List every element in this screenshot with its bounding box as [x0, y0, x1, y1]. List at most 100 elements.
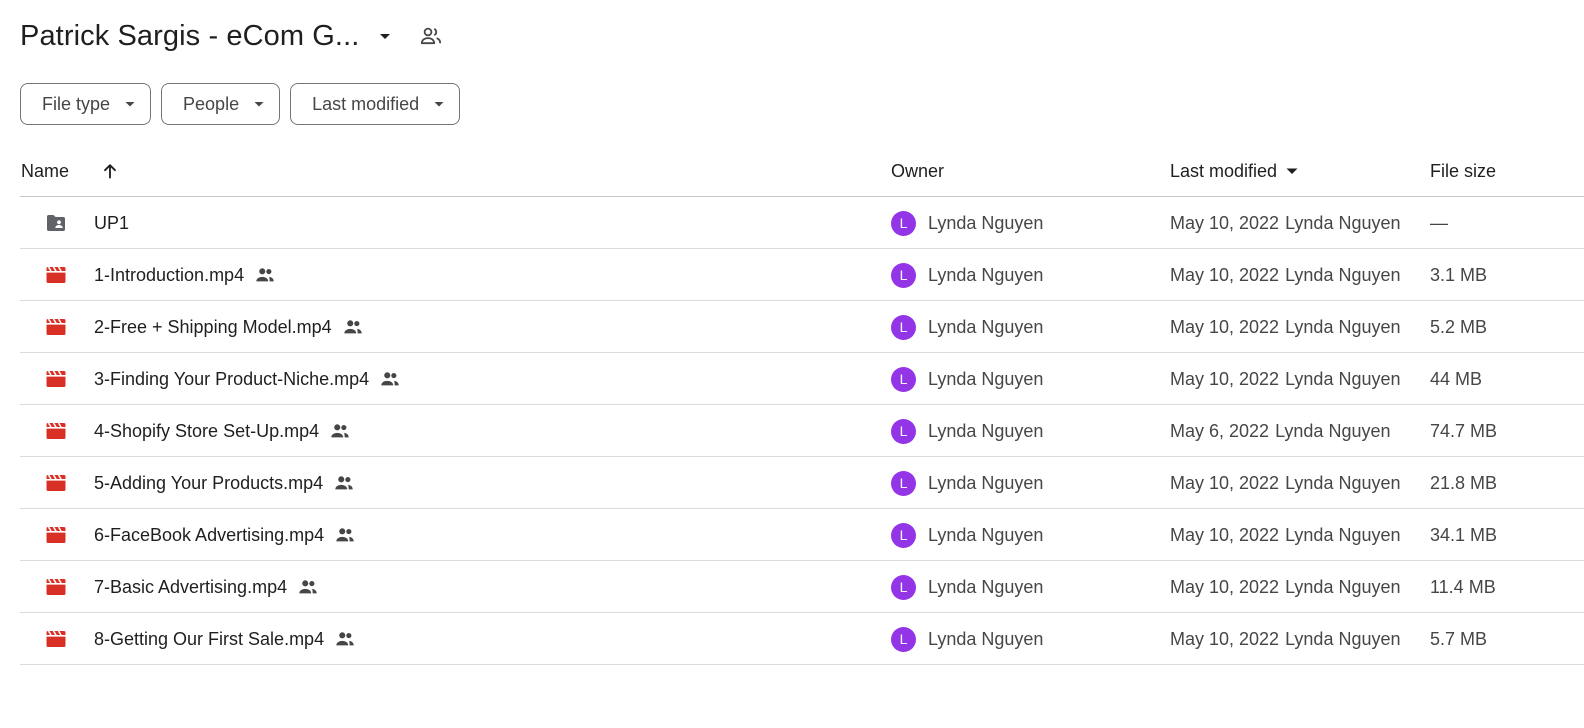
file-name: UP1	[94, 212, 130, 233]
avatar: L	[891, 314, 916, 340]
avatar: L	[891, 574, 916, 600]
folder-row[interactable]: UP1 L Lynda Nguyen May 10, 2022 Lynda Nguyen…	[20, 197, 1584, 249]
last-modified-filter-chip[interactable]: Last modified	[290, 83, 461, 125]
chip-label: File type	[42, 93, 111, 114]
sort-ascending-arrow-icon[interactable]	[98, 159, 122, 183]
video-file-icon	[44, 263, 68, 287]
avatar: L	[891, 418, 916, 444]
shared-people-icon	[334, 628, 356, 650]
file-size-cell: —	[1430, 212, 1448, 233]
file-size-cell: 44 MB	[1430, 368, 1483, 389]
file-size-cell: 34.1 MB	[1430, 524, 1498, 545]
modified-date: May 10, 2022	[1170, 212, 1280, 233]
owner-name: Lynda Nguyen	[928, 264, 1044, 285]
last-modified-cell: May 10, 2022 Lynda Nguyen	[1170, 353, 1401, 405]
modified-by: Lynda Nguyen	[1285, 316, 1401, 337]
sort-descending-caret-icon	[1285, 164, 1299, 178]
file-size-cell: 5.7 MB	[1430, 628, 1488, 649]
last-modified-cell: May 10, 2022 Lynda Nguyen	[1170, 561, 1401, 613]
file-name: 1-Introduction.mp4	[94, 264, 245, 285]
file-size-cell: 3.1 MB	[1430, 264, 1488, 285]
owner-cell: L Lynda Nguyen	[891, 353, 1043, 405]
file-name: 6-FaceBook Advertising.mp4	[94, 524, 325, 545]
file-name-cell: 6-FaceBook Advertising.mp4	[94, 509, 356, 561]
avatar: L	[891, 626, 916, 652]
last-modified-cell: May 6, 2022 Lynda Nguyen	[1170, 405, 1390, 457]
modified-date: May 10, 2022	[1170, 524, 1280, 545]
owner-cell: L Lynda Nguyen	[891, 249, 1043, 301]
file-name-cell: 5-Adding Your Products.mp4	[94, 457, 355, 509]
file-name-cell: 8-Getting Our First Sale.mp4	[94, 613, 356, 665]
shared-people-icon	[333, 472, 355, 494]
video-file-icon	[44, 367, 68, 391]
last-modified-cell: May 10, 2022 Lynda Nguyen	[1170, 509, 1401, 561]
modified-date: May 6, 2022	[1170, 420, 1270, 441]
file-row[interactable]: 7-Basic Advertising.mp4 L Lynda Nguyen May …	[20, 561, 1584, 613]
avatar: L	[891, 522, 916, 548]
owner-column-header[interactable]: Owner	[891, 145, 944, 197]
video-file-icon	[44, 523, 68, 547]
file-row[interactable]: 1-Introduction.mp4 L Lynda Nguyen May 10, 2…	[20, 249, 1584, 301]
file-size-column-header[interactable]: File size	[1430, 145, 1496, 197]
modified-by: Lynda Nguyen	[1285, 368, 1401, 389]
modified-date: May 10, 2022	[1170, 576, 1280, 597]
modified-date: May 10, 2022	[1170, 264, 1280, 285]
avatar: L	[891, 366, 916, 392]
file-row[interactable]: 2-Free + Shipping Model.mp4 L Lynda Nguyen…	[20, 301, 1584, 353]
modified-date: May 10, 2022	[1170, 628, 1280, 649]
owner-cell: L Lynda Nguyen	[891, 509, 1043, 561]
last-modified-header-label: Last modified	[1170, 160, 1278, 181]
video-file-icon	[44, 575, 68, 599]
last-modified-cell: May 10, 2022 Lynda Nguyen	[1170, 613, 1401, 665]
arrow-drop-down-icon	[253, 98, 265, 110]
arrow-drop-down-icon	[433, 98, 445, 110]
arrow-drop-down-icon	[124, 98, 136, 110]
shared-people-icon	[342, 316, 364, 338]
owner-name: Lynda Nguyen	[928, 368, 1044, 389]
file-list: Name Owner Last modified File size UP1 L L…	[20, 145, 1584, 665]
chip-label: People	[183, 93, 240, 114]
last-modified-cell: May 10, 2022 Lynda Nguyen	[1170, 249, 1401, 301]
last-modified-column-header[interactable]: Last modified	[1170, 145, 1299, 197]
file-name: 5-Adding Your Products.mp4	[94, 472, 324, 493]
file-row[interactable]: 8-Getting Our First Sale.mp4 L Lynda Nguye…	[20, 613, 1584, 665]
shared-folder-icon	[44, 211, 68, 235]
shared-people-icon[interactable]	[413, 18, 449, 54]
file-name-cell: 3-Finding Your Product-Niche.mp4	[94, 353, 401, 405]
file-name-cell: 1-Introduction.mp4	[94, 249, 276, 301]
owner-cell: L Lynda Nguyen	[891, 561, 1043, 613]
file-size-cell: 74.7 MB	[1430, 420, 1498, 441]
modified-date: May 10, 2022	[1170, 368, 1280, 389]
owner-cell: L Lynda Nguyen	[891, 301, 1043, 353]
file-type-filter-chip[interactable]: File type	[20, 83, 152, 125]
people-filter-chip[interactable]: People	[161, 83, 281, 125]
modified-by: Lynda Nguyen	[1285, 472, 1401, 493]
filter-chips: File type People Last modified	[20, 83, 461, 125]
file-name-cell: 4-Shopify Store Set-Up.mp4	[94, 405, 351, 457]
folder-title[interactable]: Patrick Sargis - eCom G...	[20, 20, 359, 53]
owner-cell: L Lynda Nguyen	[891, 405, 1043, 457]
video-file-icon	[44, 315, 68, 339]
file-name-cell: 2-Free + Shipping Model.mp4	[94, 301, 364, 353]
shared-people-icon	[329, 420, 351, 442]
file-name-cell: 7-Basic Advertising.mp4	[94, 561, 319, 613]
file-row[interactable]: 6-FaceBook Advertising.mp4 L Lynda Nguyen M…	[20, 509, 1584, 561]
video-file-icon	[44, 627, 68, 651]
owner-name: Lynda Nguyen	[928, 628, 1044, 649]
folder-header: Patrick Sargis - eCom G...	[20, 14, 449, 58]
file-row[interactable]: 4-Shopify Store Set-Up.mp4 L Lynda Nguyen M…	[20, 405, 1584, 457]
video-file-icon	[44, 419, 68, 443]
video-file-icon	[44, 471, 68, 495]
chip-label: Last modified	[312, 93, 420, 114]
file-name: 7-Basic Advertising.mp4	[94, 576, 288, 597]
last-modified-cell: May 10, 2022 Lynda Nguyen	[1170, 301, 1401, 353]
arrow-drop-down-icon[interactable]	[367, 18, 403, 54]
file-size-cell: 21.8 MB	[1430, 472, 1498, 493]
file-name: 4-Shopify Store Set-Up.mp4	[94, 420, 320, 441]
owner-cell: L Lynda Nguyen	[891, 613, 1043, 665]
file-rows: UP1 L Lynda Nguyen May 10, 2022 Lynda Nguyen…	[20, 197, 1584, 665]
name-column-header[interactable]: Name	[21, 145, 69, 197]
file-row[interactable]: 3-Finding Your Product-Niche.mp4 L Lynda N…	[20, 353, 1584, 405]
avatar: L	[891, 210, 916, 236]
file-row[interactable]: 5-Adding Your Products.mp4 L Lynda Nguyen M…	[20, 457, 1584, 509]
